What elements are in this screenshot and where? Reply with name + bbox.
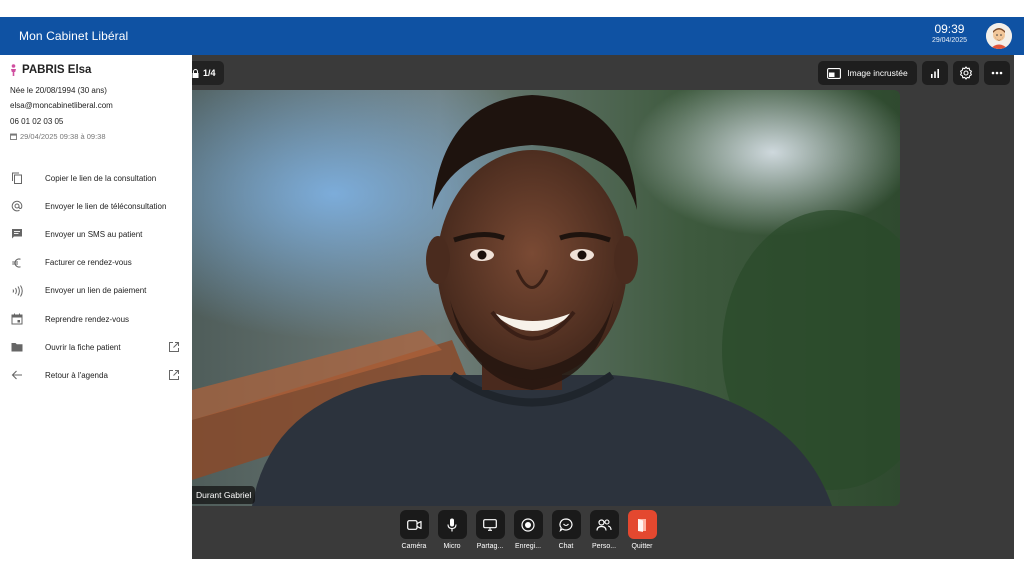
control-label: Perso... xyxy=(591,543,617,550)
calendar-small-icon xyxy=(10,133,17,140)
avatar[interactable] xyxy=(986,23,1012,49)
screen-share-icon xyxy=(483,518,497,531)
gear-icon xyxy=(960,66,972,80)
patient-birth: Née le 20/08/1994 (30 ans) xyxy=(10,86,107,95)
app-title: Mon Cabinet Libéral xyxy=(19,29,129,43)
action-label: Reprendre rendez-vous xyxy=(45,314,130,324)
folder-icon xyxy=(11,341,23,353)
contactless-icon xyxy=(11,285,23,297)
send-teleconsultation-link-action[interactable]: Envoyer le lien de téléconsultation xyxy=(0,192,192,220)
leave-call-button[interactable]: Quitter xyxy=(625,510,659,550)
call-controls: Caméra Micro Partag... Enregi... Chat Pe… xyxy=(397,510,667,556)
video-stage: 1/4 Image incrustée Durant Gabriel Camér… xyxy=(192,55,1014,559)
action-label: Copier le lien de la consultation xyxy=(45,173,157,183)
participant-name-tag: Durant Gabriel xyxy=(192,486,256,504)
clock: 09:39 29/04/2025 xyxy=(932,23,967,46)
action-label: Envoyer un SMS au patient xyxy=(45,229,143,239)
send-payment-link-action[interactable]: Envoyer un lien de paiement xyxy=(0,277,192,305)
action-label: Ouvrir la fiche patient xyxy=(45,342,121,352)
action-label: Envoyer un lien de paiement xyxy=(45,286,147,296)
more-options-button[interactable] xyxy=(984,61,1010,85)
control-label: Enregi... xyxy=(514,543,542,550)
right-edge xyxy=(1014,55,1024,559)
participant-counter-text: 1/4 xyxy=(203,68,216,78)
leave-icon xyxy=(638,518,646,532)
patient-sidebar: PABRIS Elsa Née le 20/08/1994 (30 ans) e… xyxy=(0,55,192,559)
more-dots-icon xyxy=(991,71,1003,75)
bill-appointment-action[interactable]: Facturer ce rendez-vous xyxy=(0,249,192,277)
participant-video-frame xyxy=(192,90,900,506)
camera-icon xyxy=(406,519,422,530)
chat-icon xyxy=(559,517,573,532)
appointment-time: 29/04/2025 09:38 à 09:38 xyxy=(20,132,106,141)
lock-icon xyxy=(192,68,199,78)
at-icon xyxy=(11,200,23,212)
reschedule-action[interactable]: Reprendre rendez-vous xyxy=(0,305,192,333)
copy-icon xyxy=(11,172,23,185)
record-button[interactable]: Enregi... xyxy=(511,510,545,550)
back-to-agenda-action[interactable]: Retour à l'agenda xyxy=(0,361,192,389)
open-patient-file-action[interactable]: Ouvrir la fiche patient xyxy=(0,333,192,361)
appointment-info: 29/04/2025 09:38 à 09:38 xyxy=(10,132,106,141)
patient-phone: 06 01 02 03 05 xyxy=(10,117,64,126)
record-icon xyxy=(521,517,535,532)
picture-in-picture-button[interactable]: Image incrustée xyxy=(818,61,917,85)
participants-button[interactable]: Perso... xyxy=(587,510,621,550)
patient-name: PABRIS Elsa xyxy=(22,64,92,76)
signal-bars-icon xyxy=(931,69,939,78)
euro-icon xyxy=(11,257,23,269)
control-label: Quitter xyxy=(631,543,653,550)
camera-button[interactable]: Caméra xyxy=(397,510,431,550)
screen-share-button[interactable]: Partag... xyxy=(473,510,507,550)
patient-header: PABRIS Elsa xyxy=(10,64,91,76)
top-bar: Mon Cabinet Libéral 09:39 29/04/2025 xyxy=(0,17,1024,55)
remote-video xyxy=(192,90,900,506)
teleconsultation-app: Mon Cabinet Libéral 09:39 29/04/2025 PAB… xyxy=(0,17,1024,559)
sms-icon xyxy=(11,228,23,240)
arrow-left-icon xyxy=(11,369,23,381)
copy-link-action[interactable]: Copier le lien de la consultation xyxy=(0,164,192,192)
actions-list: Copier le lien de la consultation Envoye… xyxy=(0,164,192,390)
settings-button[interactable] xyxy=(953,61,979,85)
clock-date: 29/04/2025 xyxy=(931,37,967,44)
control-label: Micro xyxy=(443,543,461,550)
picture-in-picture-icon xyxy=(827,67,842,79)
control-label: Partag... xyxy=(476,543,504,550)
microphone-button[interactable]: Micro xyxy=(435,510,469,550)
calendar-icon xyxy=(11,313,23,325)
external-link-icon[interactable] xyxy=(168,369,180,381)
people-icon xyxy=(596,518,612,531)
action-label: Facturer ce rendez-vous xyxy=(45,258,132,268)
user-avatar-icon xyxy=(986,23,1012,49)
action-label: Envoyer le lien de téléconsultation xyxy=(45,201,167,211)
send-sms-action[interactable]: Envoyer un SMS au patient xyxy=(0,220,192,248)
control-label: Caméra xyxy=(401,543,427,550)
female-icon xyxy=(11,64,16,76)
participant-counter[interactable]: 1/4 xyxy=(192,61,224,85)
pip-label: Image incrustée xyxy=(847,68,908,78)
microphone-icon xyxy=(447,518,457,531)
patient-email: elsa@moncabinetliberal.com xyxy=(10,101,113,110)
clock-time: 09:39 xyxy=(934,22,965,36)
action-label: Retour à l'agenda xyxy=(45,370,108,380)
chat-button[interactable]: Chat xyxy=(549,510,583,550)
control-label: Chat xyxy=(558,543,574,550)
external-link-icon[interactable] xyxy=(168,341,180,353)
stats-button[interactable] xyxy=(922,61,948,85)
